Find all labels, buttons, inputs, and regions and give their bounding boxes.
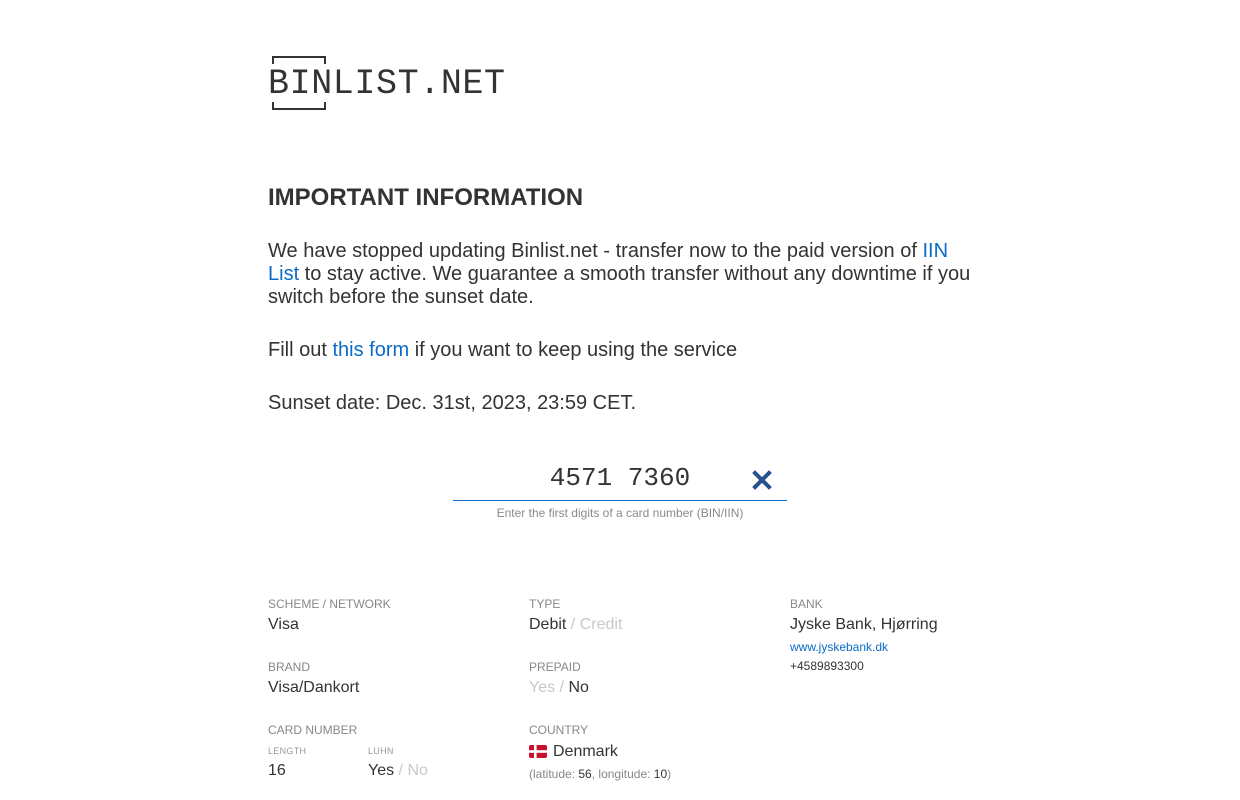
close-icon[interactable]: [751, 469, 773, 491]
bank-url-link[interactable]: www.jyskebank.dk: [790, 640, 888, 654]
notice-heading: IMPORTANT INFORMATION: [268, 184, 584, 211]
type-credit: Credit: [579, 616, 623, 633]
bin-input[interactable]: [453, 461, 787, 495]
card-number-label: CARD NUMBER: [268, 723, 358, 737]
latitude-value: 56: [578, 767, 592, 781]
logo-bracket-bottom: [272, 102, 326, 110]
prepaid-value: Yes / No: [529, 679, 589, 697]
type-label: TYPE: [529, 597, 561, 611]
luhn-value: Yes / No: [368, 762, 428, 780]
bin-input-hint: Enter the first digits of a card number …: [496, 506, 744, 520]
logo-bracket-top: [272, 56, 326, 64]
longitude-label: , longitude:: [591, 767, 651, 781]
bin-search-box: [453, 455, 787, 501]
sunset-date: Sunset date: Dec. 31st, 2023, 23:59 CET.: [268, 392, 637, 414]
denmark-flag-icon: [529, 745, 547, 763]
luhn-separator: /: [394, 762, 408, 779]
bank-name: Jyske Bank, Hjørring: [790, 616, 938, 633]
bank-label: BANK: [790, 597, 823, 611]
scheme-value: Visa: [268, 616, 299, 633]
latitude-label: latitude:: [533, 767, 576, 781]
country-value: Denmark: [529, 743, 618, 763]
brand-label: BRAND: [268, 660, 311, 674]
prepaid-no: No: [568, 679, 589, 696]
form-paragraph: Fill out this form if you want to keep u…: [268, 339, 980, 362]
luhn-no: No: [407, 762, 428, 779]
notice-text: We have stopped updating Binlist.net - t…: [268, 240, 923, 262]
prepaid-label: PREPAID: [529, 660, 581, 674]
length-value: 16: [268, 762, 286, 779]
form-text: if you want to keep using the service: [409, 339, 738, 361]
prepaid-separator: /: [555, 679, 569, 696]
brand-value: Visa/Dankort: [268, 679, 360, 696]
luhn-label: LUHN: [368, 746, 394, 756]
luhn-yes: Yes: [368, 762, 395, 779]
country-name: Denmark: [553, 743, 618, 760]
type-separator: /: [566, 616, 580, 633]
country-label: COUNTRY: [529, 723, 589, 737]
form-text: Fill out: [268, 339, 333, 361]
notice-text: to stay active. We guarantee a smooth tr…: [268, 263, 971, 308]
bank-phone: +4589893300: [790, 659, 864, 673]
longitude-value: 10: [653, 767, 668, 781]
length-label: LENGTH: [268, 746, 307, 756]
type-value: Debit / Credit: [529, 616, 622, 634]
type-debit: Debit: [529, 616, 567, 633]
this-form-link[interactable]: this form: [332, 339, 409, 361]
country-coordinates: (latitude: 56, longitude: 10): [529, 767, 672, 781]
prepaid-yes: Yes: [529, 679, 556, 696]
logo-text: BINLIST.NET: [268, 64, 506, 104]
notice-paragraph: We have stopped updating Binlist.net - t…: [268, 240, 980, 309]
scheme-label: SCHEME / NETWORK: [268, 597, 391, 611]
